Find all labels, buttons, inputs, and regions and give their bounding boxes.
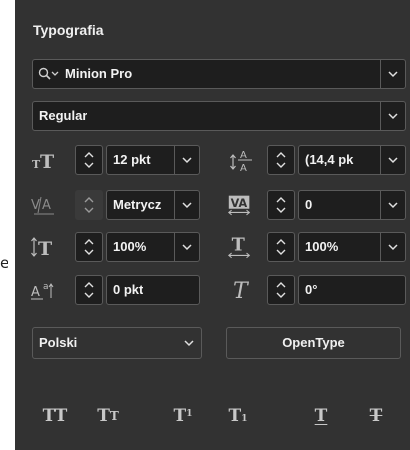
svg-text:A: A: [240, 150, 247, 161]
vertical-scale-field[interactable]: 100%: [106, 232, 200, 262]
svg-text:T: T: [232, 235, 245, 256]
small-caps-big-label: T: [97, 406, 110, 426]
skew-value[interactable]: 0°: [305, 276, 317, 304]
superscript-button[interactable]: T1: [165, 404, 201, 428]
tracking-value[interactable]: 0: [305, 191, 379, 219]
underline-label: T: [314, 406, 328, 426]
font-size-field[interactable]: 12 pkt: [106, 145, 200, 175]
tracking-stepper[interactable]: [267, 190, 295, 220]
chevron-down-icon[interactable]: [174, 191, 199, 219]
font-style-field[interactable]: Regular: [32, 101, 406, 131]
baseline-shift-value[interactable]: 0 pkt: [113, 276, 143, 304]
baseline-shift-field[interactable]: 0 pkt: [106, 275, 200, 305]
tracking-field[interactable]: 0: [298, 190, 406, 220]
skew-stepper[interactable]: [267, 275, 295, 305]
small-caps-button[interactable]: TT: [88, 404, 128, 428]
font-size-stepper[interactable]: [75, 145, 103, 175]
font-size-icon: T T: [30, 145, 58, 175]
subscript-button[interactable]: T1: [220, 404, 256, 428]
svg-text:A: A: [31, 285, 40, 300]
horizontal-scale-stepper[interactable]: [267, 232, 295, 262]
kerning-stepper[interactable]: [75, 190, 103, 220]
font-family-value[interactable]: Minion Pro: [65, 60, 132, 88]
kerning-field[interactable]: Metrycz: [106, 190, 200, 220]
svg-text:T: T: [233, 279, 250, 303]
svg-text:T: T: [38, 238, 52, 259]
font-family-field[interactable]: Minion Pro: [32, 59, 406, 89]
chevron-down-icon[interactable]: [380, 191, 405, 219]
baseline-shift-stepper[interactable]: [75, 275, 103, 305]
strikethrough-button[interactable]: T: [358, 404, 394, 428]
background-text-fragment: e: [0, 254, 8, 272]
underline-button[interactable]: T: [303, 404, 339, 428]
typography-panel: Typografia Minion Pro Regular T T 12 pkt…: [15, 0, 410, 450]
all-caps-button[interactable]: TT: [35, 404, 75, 428]
skew-icon: T: [228, 275, 256, 305]
svg-text:VA: VA: [231, 197, 248, 210]
subscript-mark-label: 1: [241, 414, 248, 424]
chevron-down-icon[interactable]: [380, 102, 405, 130]
skew-field[interactable]: 0°: [298, 275, 406, 305]
chevron-down-icon[interactable]: [380, 146, 405, 174]
leading-stepper[interactable]: [267, 145, 295, 175]
baseline-shift-icon: A a: [30, 275, 58, 305]
svg-text:T: T: [40, 151, 54, 171]
horizontal-scale-value[interactable]: 100%: [305, 233, 379, 261]
font-size-value[interactable]: 12 pkt: [113, 146, 173, 174]
kerning-value[interactable]: Metrycz: [113, 191, 173, 219]
opentype-button[interactable]: OpenType: [226, 327, 401, 359]
kerning-icon: V A: [30, 190, 58, 220]
chevron-down-icon[interactable]: [174, 146, 199, 174]
leading-field[interactable]: (14,4 pk: [298, 145, 406, 175]
superscript-base-label: T: [173, 406, 187, 426]
vertical-scale-value[interactable]: 100%: [113, 233, 173, 261]
search-icon[interactable]: [38, 67, 62, 81]
tracking-icon: VA: [226, 190, 254, 220]
font-style-value[interactable]: Regular: [39, 102, 87, 130]
horizontal-scale-icon: T: [226, 232, 254, 262]
svg-text:a: a: [43, 282, 49, 292]
strikethrough-label: T: [369, 406, 383, 426]
subscript-base-label: T: [228, 406, 242, 426]
svg-text:A: A: [42, 198, 51, 213]
chevron-down-icon[interactable]: [380, 233, 405, 261]
leading-value[interactable]: (14,4 pk: [305, 146, 379, 174]
chevron-down-icon[interactable]: [177, 328, 201, 358]
all-caps-label: TT: [42, 406, 68, 426]
small-caps-small-label: T: [109, 409, 119, 423]
svg-text:A: A: [240, 163, 247, 173]
language-select[interactable]: Polski: [32, 327, 202, 359]
chevron-down-icon[interactable]: [174, 233, 199, 261]
vertical-scale-stepper[interactable]: [75, 232, 103, 262]
superscript-mark-label: 1: [186, 409, 193, 419]
panel-title: Typografia: [33, 22, 104, 38]
vertical-scale-icon: T: [30, 232, 58, 262]
leading-icon: A A: [228, 145, 256, 175]
horizontal-scale-field[interactable]: 100%: [298, 232, 406, 262]
chevron-down-icon[interactable]: [380, 60, 405, 88]
language-value[interactable]: Polski: [39, 328, 77, 358]
